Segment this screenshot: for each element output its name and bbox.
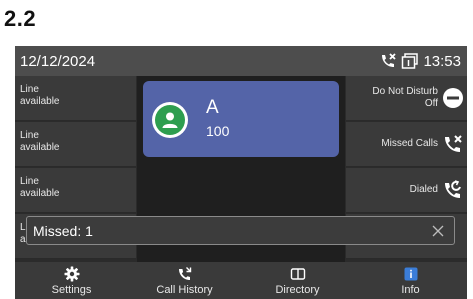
dialed-label: Dialed xyxy=(410,184,438,196)
dnd-label: Do Not Disturb Off xyxy=(372,86,438,110)
dnd-icon xyxy=(442,87,464,109)
section-heading: 2.2 xyxy=(4,6,37,31)
missed-calls-key[interactable]: Missed Calls xyxy=(346,122,467,167)
book-icon xyxy=(290,266,306,282)
missed-calls-label: Missed Calls xyxy=(381,138,438,150)
softkey-directory[interactable]: Directory xyxy=(241,262,354,299)
dialed-key[interactable]: Dialed xyxy=(346,168,467,213)
dnd-state: Off xyxy=(424,98,438,109)
status-bar: 12/12/2024 13:53 xyxy=(15,46,467,76)
missed-call-icon xyxy=(442,133,464,155)
softkey-label: Info xyxy=(401,283,420,296)
status-indicators: 13:53 xyxy=(379,52,461,70)
account-name: A xyxy=(206,97,219,118)
line-key-3[interactable]: Line available xyxy=(15,168,136,213)
line-key-title: Line xyxy=(20,84,39,95)
line-key-title: Line xyxy=(20,176,39,187)
dialed-title: Dialed xyxy=(409,184,438,195)
phone-screen: 12/12/2024 13:53 Line available Line ava… xyxy=(15,46,467,299)
account-card[interactable]: A 100 xyxy=(143,81,339,157)
close-icon[interactable] xyxy=(430,223,446,239)
missed-call-icon xyxy=(379,52,397,70)
softkey-info[interactable]: Info xyxy=(354,262,467,299)
line-key-1[interactable]: Line available xyxy=(15,76,136,121)
softkey-bar: Settings Call History Directory Info xyxy=(15,262,467,299)
line-key-status: available xyxy=(20,96,60,107)
user-icon xyxy=(155,105,185,135)
gear-icon xyxy=(64,266,80,282)
softkey-label: Call History xyxy=(156,283,213,296)
call-history-icon xyxy=(177,266,193,282)
line-key-2[interactable]: Line available xyxy=(15,122,136,167)
info-icon xyxy=(403,266,419,282)
notification-text: Missed: 1 xyxy=(33,222,93,239)
status-time: 13:53 xyxy=(423,52,461,70)
softkey-label: Directory xyxy=(275,283,320,296)
status-date: 12/12/2024 xyxy=(20,52,96,70)
line-key-status: available xyxy=(20,188,60,199)
line-key-status: available xyxy=(20,142,60,153)
softkey-call-history[interactable]: Call History xyxy=(128,262,241,299)
line-key-title: Line xyxy=(20,130,39,141)
dnd-title: Do Not Disturb xyxy=(372,86,438,97)
dnd-status-icon xyxy=(401,52,419,70)
dnd-key[interactable]: Do Not Disturb Off xyxy=(346,76,467,121)
missed-call-notification[interactable]: Missed: 1 xyxy=(26,216,455,245)
dialed-call-icon xyxy=(442,179,464,201)
missed-calls-title: Missed Calls xyxy=(381,138,438,149)
softkey-settings[interactable]: Settings xyxy=(15,262,128,299)
account-number: 100 xyxy=(206,123,230,139)
softkey-label: Settings xyxy=(51,283,92,296)
avatar xyxy=(152,102,188,138)
